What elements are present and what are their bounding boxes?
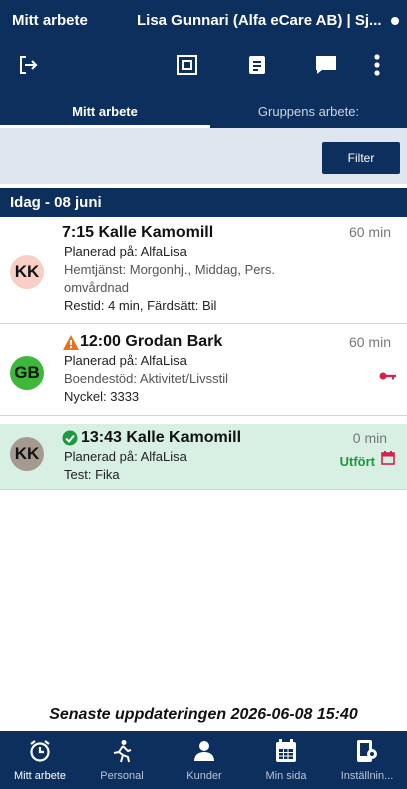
visit-card[interactable]: KK 13:43 Kalle Kamomill 0 min Planerad p… — [0, 424, 407, 490]
chat-icon[interactable] — [313, 52, 339, 78]
visit-service: Boendestöd: Aktivitet/Livsstil — [64, 371, 229, 386]
qr-scan-icon[interactable] — [175, 52, 199, 78]
check-circle-icon — [62, 430, 78, 451]
alarm-clock-icon — [27, 738, 53, 764]
visit-card[interactable]: KK 7:15 Kalle Kamomill 60 min Planerad p… — [0, 217, 407, 324]
tab-bar: Mitt arbete Gruppens arbete: — [0, 98, 407, 128]
avatar: KK — [10, 255, 44, 289]
day-header: Idag - 08 juni — [0, 188, 407, 217]
user-title[interactable]: Lisa Gunnari (Alfa eCare AB) | Sj... — [137, 12, 387, 29]
app-title: Mitt arbete — [12, 12, 88, 29]
warning-icon — [63, 335, 79, 355]
key-icon[interactable] — [379, 368, 397, 386]
visit-planned: Planerad på: AlfaLisa — [64, 353, 187, 368]
person-icon — [191, 738, 217, 764]
nav-label: Min sida — [265, 770, 307, 782]
visit-card[interactable]: GB 12:00 Grodan Bark 60 min Planerad på:… — [0, 324, 407, 416]
nav-label: Kunder — [186, 770, 222, 782]
nav-label: Mitt arbete — [14, 770, 66, 782]
tab-mitt-arbete[interactable]: Mitt arbete — [0, 98, 210, 126]
visit-duration: 60 min — [348, 334, 391, 350]
calendar-grid-icon — [273, 738, 299, 764]
last-updated: Senaste uppdateringen 2026-06-08 15:40 — [49, 706, 358, 723]
status-dot — [391, 17, 399, 25]
avatar: GB — [10, 356, 44, 390]
visit-planned: Planerad på: AlfaLisa — [64, 244, 187, 259]
notes-icon[interactable] — [245, 52, 269, 78]
nav-mitt-arbete[interactable]: Mitt arbete — [0, 731, 80, 789]
visit-note: Test: Fika — [64, 467, 120, 482]
nav-label: Personal — [100, 770, 144, 782]
nav-kunder[interactable]: Kunder — [164, 731, 244, 789]
more-vertical-icon[interactable] — [370, 52, 384, 78]
visit-service-cont: omvårdnad — [64, 280, 130, 295]
nav-personal[interactable]: Personal — [82, 731, 162, 789]
logout-icon[interactable] — [16, 52, 40, 78]
running-person-icon — [109, 738, 135, 764]
nav-installningar[interactable]: Inställnin... — [327, 731, 407, 789]
visit-service: Hemtjänst: Morgonhj., Middag, Pers. — [64, 262, 275, 277]
avatar: KK — [10, 437, 44, 471]
filter-button[interactable]: Filter — [322, 142, 400, 174]
nav-label: Inställnin... — [340, 770, 394, 782]
visit-title: 12:00 Grodan Bark — [80, 333, 223, 350]
visit-key: Nyckel: 3333 — [64, 389, 140, 404]
visit-duration: 60 min — [348, 224, 391, 240]
status-badge: Utfört — [339, 454, 375, 469]
nav-min-sida[interactable]: Min sida — [246, 731, 326, 789]
visit-travel: Restid: 4 min, Färdsätt: Bil — [64, 298, 217, 313]
visit-title: 7:15 Kalle Kamomill — [62, 224, 214, 241]
title-row: Mitt arbete Lisa Gunnari (Alfa eCare AB)… — [0, 0, 407, 42]
bottom-nav: Mitt arbete Personal Kunder Min sida Ins… — [0, 731, 407, 789]
app-header: Mitt arbete Lisa Gunnari (Alfa eCare AB)… — [0, 0, 407, 98]
visit-duration: 0 min — [352, 430, 387, 446]
toolbar — [0, 52, 407, 82]
tab-gruppens-arbete[interactable]: Gruppens arbete: — [210, 98, 407, 126]
settings-phone-icon — [354, 738, 380, 764]
calendar-icon[interactable] — [381, 451, 395, 470]
visit-planned: Planerad på: AlfaLisa — [64, 449, 187, 464]
visit-title: 13:43 Kalle Kamomill — [81, 429, 242, 446]
